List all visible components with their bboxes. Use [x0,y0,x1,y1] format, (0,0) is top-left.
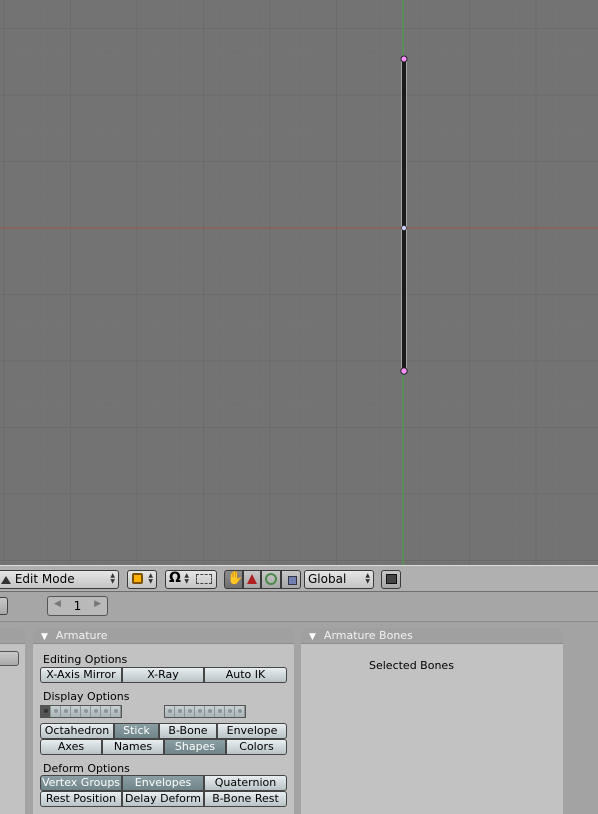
layer-dot[interactable] [175,706,185,717]
armature-panel: ▼ Armature Editing Options X-Axis Mirror … [33,628,294,814]
layer-dot[interactable] [101,706,111,717]
vertex-groups-button[interactable]: Vertex Groups [40,775,122,791]
collapse-triangle-icon[interactable]: ▼ [309,632,316,642]
layer-dot[interactable] [165,706,175,717]
updown-icon: ▲ ▼ [184,572,189,585]
frame-field[interactable]: ◀ 1 ▶ [47,596,108,616]
transform-space-label: Global [308,572,347,586]
armature-bones-panel-title: Armature Bones [323,629,413,642]
pivot-icon [132,573,143,584]
updown-icon: ▲ ▼ [365,572,370,585]
square-icon [288,576,297,585]
snap-select[interactable]: Ω ▲ ▼ [165,570,217,589]
layer-dot[interactable] [41,706,51,717]
layer-dot[interactable] [205,706,215,717]
layer-dot[interactable] [185,706,195,717]
b-bone-rest-button[interactable]: B-Bone Rest [204,791,287,807]
colors-button[interactable]: Colors [226,739,287,755]
bone-layers-left[interactable] [40,705,122,718]
transform-space-select[interactable]: Global ▲ ▼ [304,570,374,589]
delay-deform-button[interactable]: Delay Deform [122,791,204,807]
names-button[interactable]: Names [102,739,164,755]
bone-head-joint [400,55,408,63]
shapes-button[interactable]: Shapes [164,739,226,755]
context-button[interactable] [0,597,8,615]
magnet-icon: Ω [169,570,181,586]
bone-stick [401,58,407,372]
editing-options-label: Editing Options [43,653,128,666]
armature-panel-title: Armature [55,629,108,642]
rotate-tool-button[interactable] [243,570,261,589]
x-axis-mirror-button[interactable]: X-Axis Mirror [40,667,122,683]
selected-bones-label: Selected Bones [369,659,454,672]
layer-dot[interactable] [91,706,101,717]
cutoff-panel-header [0,628,25,644]
envelope-button[interactable]: Envelope [217,723,287,739]
updown-icon: ▲ ▼ [110,572,115,585]
mode-icon [1,576,11,584]
manipulator-button[interactable] [281,570,301,589]
cutoff-button[interactable] [0,651,19,666]
pivot-select[interactable]: ▲ ▼ [127,570,157,589]
display-options-label: Display Options [43,690,130,703]
circle-icon [265,573,277,585]
stick-button[interactable]: Stick [114,723,159,739]
snap-grid-icon [196,574,212,584]
armature-bones-panel-header[interactable]: ▼ Armature Bones [301,628,563,644]
envelopes-button[interactable]: Envelopes [122,775,204,791]
quaternion-button[interactable]: Quaternion [204,775,287,791]
arrow-right-icon: ▶ [94,599,101,609]
layer-dot[interactable] [235,706,245,717]
bone-layers-right[interactable] [164,705,246,718]
viewport-header: Edit Mode ▲ ▼ ▲ ▼ Ω ▲ ▼ ✋ Global ▲ ▼ [0,565,598,592]
layer-dot[interactable] [51,706,61,717]
layer-dot[interactable] [215,706,225,717]
mode-select[interactable]: Edit Mode ▲ ▼ [0,570,119,589]
hand-icon: ✋ [227,571,244,586]
bone-tail-joint [400,367,408,375]
layer-dot[interactable] [195,706,205,717]
triangle-icon [247,574,257,584]
scale-tool-button[interactable] [261,570,281,589]
layer-dot[interactable] [61,706,71,717]
x-ray-button[interactable]: X-Ray [122,667,204,683]
properties-area: ▼ Armature Editing Options X-Axis Mirror … [0,622,598,814]
mode-label: Edit Mode [14,572,75,586]
layer-dot[interactable] [81,706,91,717]
auto-ik-button[interactable]: Auto IK [204,667,287,683]
axes-button[interactable]: Axes [40,739,102,755]
armature-bones-panel: ▼ Armature Bones Selected Bones [301,628,563,814]
buttons-window-header: ◀ 1 ▶ [0,592,598,622]
grab-tool-button[interactable]: ✋ [224,570,243,589]
b-bone-button[interactable]: B-Bone [159,723,217,739]
render-icon [386,574,397,584]
deform-options-label: Deform Options [43,762,130,775]
layer-dot[interactable] [225,706,235,717]
octahedron-button[interactable]: Octahedron [40,723,114,739]
cutoff-panel [0,628,25,814]
3d-viewport[interactable] [0,0,598,565]
rest-position-button[interactable]: Rest Position [40,791,122,807]
collapse-triangle-icon[interactable]: ▼ [41,632,48,642]
armature-panel-header[interactable]: ▼ Armature [33,628,294,644]
layer-dot[interactable] [111,706,121,717]
object-origin [401,225,407,231]
layer-dot[interactable] [71,706,81,717]
render-button[interactable] [381,570,401,589]
viewport-canvas[interactable] [0,0,598,565]
updown-icon: ▲ ▼ [148,572,153,585]
